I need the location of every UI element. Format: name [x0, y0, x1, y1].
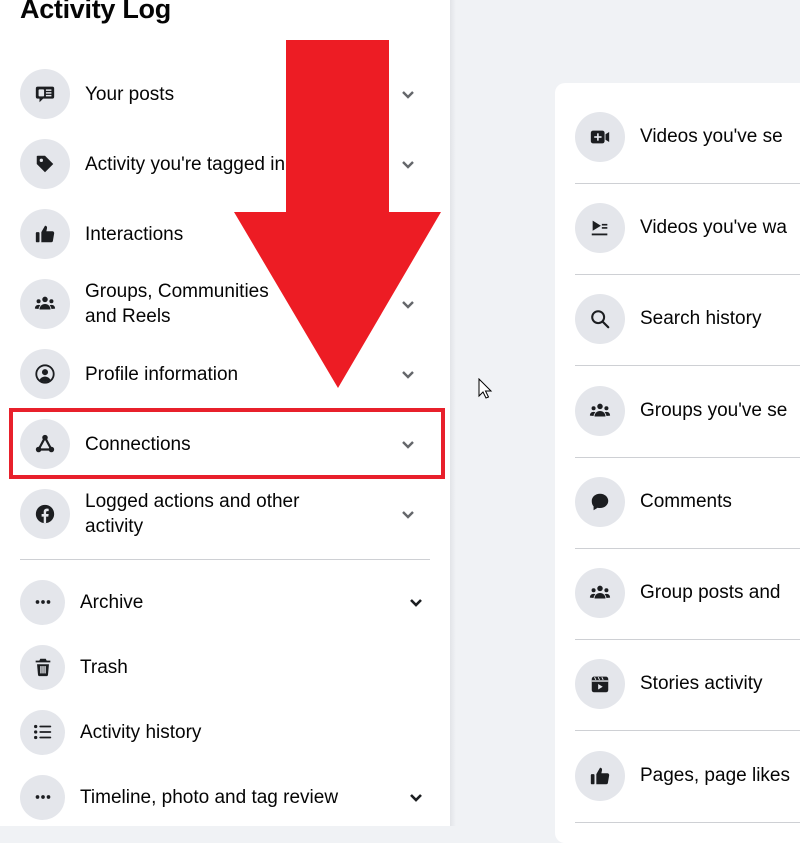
sidebar-item-interactions[interactable]: Interactions: [8, 204, 434, 264]
tag-icon: [20, 139, 70, 189]
list-icon: [20, 709, 65, 755]
sidebar-item-groups[interactable]: Groups, Communities and Reels: [8, 274, 434, 334]
profile-icon: [20, 349, 70, 399]
chevron-down-icon[interactable]: [400, 436, 416, 452]
page-title: Activity Log: [20, 0, 171, 24]
thumbs-up-icon: [575, 751, 625, 801]
card-item-videos-watched[interactable]: Videos you've wa: [575, 183, 800, 273]
sidebar-item-label-line1: Logged actions and other: [85, 491, 300, 512]
sidebar-item-activity-history[interactable]: Activity history: [8, 702, 434, 762]
sidebar-item-your-posts[interactable]: Your posts: [8, 64, 434, 124]
card-item-label: Search history: [640, 308, 762, 329]
card-item-search-history[interactable]: Search history: [575, 274, 800, 364]
sidebar-item-label: Connections: [85, 433, 191, 455]
chevron-down-icon[interactable]: [408, 789, 424, 805]
card-item-label: Pages, page likes: [640, 765, 790, 786]
sidebar-item-label: Trash: [80, 656, 128, 678]
activity-categories-card: Videos you've se Videos you've wa Search…: [555, 83, 800, 843]
card-item-label: Videos you've se: [640, 126, 783, 147]
sidebar-item-label: Timeline, photo and tag review: [80, 786, 339, 808]
card-item-group-posts[interactable]: Group posts and: [575, 548, 800, 638]
groups-icon: [20, 279, 70, 329]
sidebar-item-timeline-review[interactable]: Timeline, photo and tag review: [8, 767, 434, 827]
sidebar-item-trash[interactable]: Trash: [8, 637, 434, 697]
facebook-icon: [20, 489, 70, 539]
video-add-icon: [575, 112, 625, 162]
comment-icon: [575, 477, 625, 527]
sidebar-item-archive[interactable]: Archive: [8, 572, 434, 632]
connections-icon: [20, 419, 70, 469]
chevron-down-icon[interactable]: [400, 506, 416, 522]
chevron-down-icon[interactable]: [400, 366, 416, 382]
post-icon: [20, 69, 70, 119]
sidebar-item-tagged[interactable]: Activity you're tagged in: [8, 134, 434, 194]
divider: [20, 559, 430, 560]
groups-icon: [575, 386, 625, 436]
separator: [575, 822, 800, 823]
card-item-label: Groups you've se: [640, 400, 788, 421]
card-item-label: Group posts and: [640, 582, 781, 603]
sidebar-item-label: Archive: [80, 591, 144, 613]
mouse-cursor-icon: [478, 378, 493, 399]
more-icon: [20, 579, 65, 625]
sidebar-item-label-line1: Groups, Communities: [85, 281, 269, 302]
sidebar-item-label: Profile information: [85, 363, 239, 385]
sidebar-item-label: Activity history: [80, 721, 202, 743]
card-item-label: Stories activity: [640, 673, 763, 694]
chevron-down-icon[interactable]: [400, 296, 416, 312]
card-item-stories-activity[interactable]: Stories activity: [575, 639, 800, 729]
chevron-down-icon[interactable]: [400, 156, 416, 172]
trash-icon: [20, 644, 65, 690]
chevron-down-icon[interactable]: [408, 594, 424, 610]
stories-icon: [575, 659, 625, 709]
card-item-pages-likes[interactable]: Pages, page likes: [575, 731, 800, 821]
more-icon: [20, 774, 65, 820]
sidebar-item-label: Activity you're tagged in: [85, 153, 286, 175]
card-item-groups-searched[interactable]: Groups you've se: [575, 366, 800, 456]
sidebar: Activity Log Your posts Activity you're …: [0, 0, 450, 826]
video-playlist-icon: [575, 203, 625, 253]
card-item-label: Comments: [640, 491, 732, 512]
sidebar-item-connections[interactable]: Connections: [8, 414, 434, 474]
card-item-comments[interactable]: Comments: [575, 457, 800, 547]
card-item-label: Videos you've wa: [640, 217, 787, 238]
groups-icon: [575, 568, 625, 618]
sidebar-item-label-line2: and Reels: [85, 306, 171, 327]
chevron-down-icon[interactable]: [400, 86, 416, 102]
sidebar-item-label-line2: activity: [85, 516, 144, 537]
sidebar-item-label: Your posts: [85, 83, 175, 105]
sidebar-item-logged-actions[interactable]: Logged actions and other activity: [8, 484, 434, 544]
sidebar-item-profile-information[interactable]: Profile information: [8, 344, 434, 404]
sidebar-edge: [450, 0, 456, 826]
thumbs-up-icon: [20, 209, 70, 259]
sidebar-item-label: Interactions: [85, 223, 184, 245]
search-icon: [575, 294, 625, 344]
card-item-videos-searched[interactable]: Videos you've se: [575, 92, 800, 182]
